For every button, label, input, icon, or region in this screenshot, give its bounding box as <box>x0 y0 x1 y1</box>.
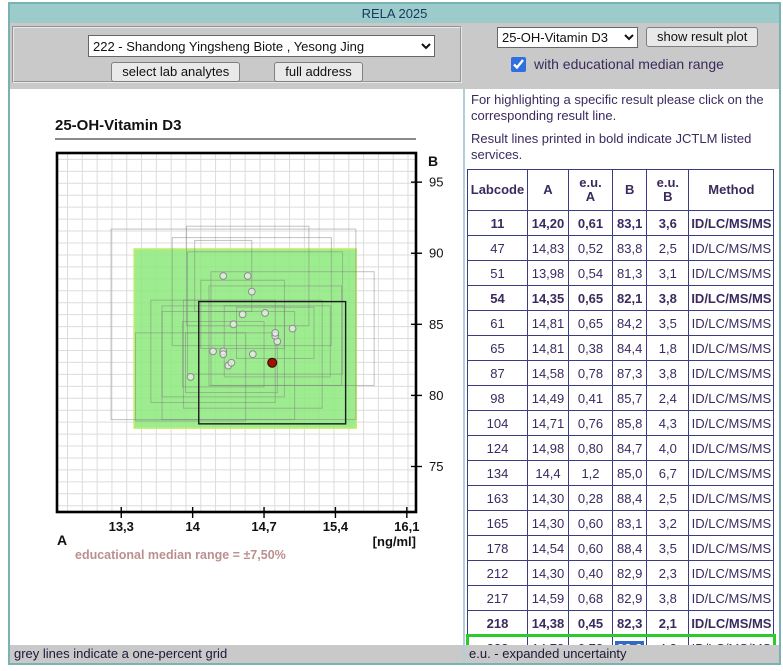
page: RELA 2025 222 - Shandong Yingsheng Biote… <box>0 0 783 671</box>
y-tick-label: 75 <box>429 459 443 474</box>
x-axis-label: A <box>57 532 67 548</box>
table-row[interactable]: 13414,41,285,06,7ID/LC/MS/MS <box>468 461 774 486</box>
eu-note-bar: e.u. - expanded uncertainty <box>465 645 779 663</box>
table-row[interactable]: 9814,490,4185,72,4ID/LC/MS/MS <box>468 386 774 411</box>
grid-note: grey lines indicate a one-percent grid <box>14 646 227 661</box>
lab-point <box>289 325 296 332</box>
col-header-eu-b: e.u. B <box>647 170 689 211</box>
lab-point <box>230 321 237 328</box>
col-header-labcode: Labcode <box>468 170 528 211</box>
table-row[interactable]: 5414,350,6582,13,8ID/LC/MS/MS <box>468 286 774 311</box>
col-header-eu-a: e.u. A <box>569 170 613 211</box>
grid-note-bar: grey lines indicate a one-percent grid <box>10 645 463 663</box>
table-row[interactable]: 6514,810,3884,41,8ID/LC/MS/MS <box>468 336 774 361</box>
table-row[interactable]: 21714,590,6882,93,8ID/LC/MS/MS <box>468 586 774 611</box>
table-row[interactable]: 12414,980,8084,74,0ID/LC/MS/MS <box>468 436 774 461</box>
show-result-plot-button[interactable]: show result plot <box>646 27 758 47</box>
col-header-a: A <box>528 170 569 211</box>
results-table-body: 1114,200,6183,13,6ID/LC/MS/MS4714,830,52… <box>468 211 774 661</box>
lab-point <box>187 374 194 381</box>
median-range-option: with educational median range <box>511 56 724 72</box>
table-row[interactable]: 5113,980,5481,33,1ID/LC/MS/MS <box>468 261 774 286</box>
info-text: For highlighting a specific result pleas… <box>465 89 779 162</box>
lab-buttons-row: select lab analytes full address <box>14 62 460 82</box>
unit-label: [ng/ml] <box>373 534 416 549</box>
lab-point <box>244 273 251 280</box>
y-tick-label: 80 <box>429 388 443 403</box>
table-row[interactable]: 16514,300,6083,13,2ID/LC/MS/MS <box>468 511 774 536</box>
table-row[interactable]: 16314,300,2888,42,5ID/LC/MS/MS <box>468 486 774 511</box>
lab-point <box>272 329 279 336</box>
x-tick-label: 15,4 <box>323 519 349 534</box>
app-window: RELA 2025 222 - Shandong Yingsheng Biote… <box>8 2 781 665</box>
table-row[interactable]: 8714,580,7887,33,8ID/LC/MS/MS <box>468 361 774 386</box>
y-tick-label: 95 <box>429 175 443 190</box>
y-tick-label: 85 <box>429 317 443 332</box>
select-lab-analytes-button[interactable]: select lab analytes <box>111 62 240 82</box>
info-line-1: For highlighting a specific result pleas… <box>471 92 773 124</box>
x-tick-label: 14,7 <box>251 519 276 534</box>
app-title: RELA 2025 <box>362 6 428 21</box>
median-range-checkbox[interactable] <box>511 57 526 72</box>
table-row[interactable]: 4714,830,5283,82,5ID/LC/MS/MS <box>468 236 774 261</box>
col-header-b: B <box>613 170 647 211</box>
results-panel: For highlighting a specific result pleas… <box>465 89 779 663</box>
x-tick-label: 14 <box>185 519 200 534</box>
table-row[interactable]: 1114,200,6183,13,6ID/LC/MS/MS <box>468 211 774 236</box>
plot-panel: 25-OH-Vitamin D3 13,3 14 14,7 15,4 16,1 95 90 8… <box>10 89 465 663</box>
lab-point <box>249 351 256 358</box>
table-row[interactable]: 6114,810,6584,23,5ID/LC/MS/MS <box>468 311 774 336</box>
median-range-label: with educational median range <box>534 56 724 72</box>
lab-point <box>248 288 255 295</box>
lab-point <box>220 351 227 358</box>
lab-point <box>220 273 227 280</box>
analyte-select[interactable]: 25-OH-Vitamin D3 <box>497 27 638 48</box>
toolbar: 222 - Shandong Yingsheng Biote , Yesong … <box>10 23 779 89</box>
lab-point <box>210 348 217 355</box>
lab-selection-box: 222 - Shandong Yingsheng Biote , Yesong … <box>12 26 462 83</box>
app-titlebar: RELA 2025 <box>10 4 779 23</box>
lab-point <box>262 310 269 317</box>
eu-note: e.u. - expanded uncertainty <box>469 646 627 661</box>
table-row[interactable]: 21214,300,4082,92,3ID/LC/MS/MS <box>468 561 774 586</box>
lab-point <box>239 311 246 318</box>
table-row[interactable]: 17814,540,6088,43,5ID/LC/MS/MS <box>468 536 774 561</box>
info-line-2: Result lines printed in bold indicate JC… <box>471 131 773 163</box>
y-axis-label: B <box>428 153 438 169</box>
toolbar-right: 25-OH-Vitamin D3 show result plot with e… <box>467 23 779 89</box>
main-area: 25-OH-Vitamin D3 13,3 14 14,7 15,4 16,1 95 90 8… <box>10 89 779 663</box>
table-row[interactable]: 10414,710,7685,84,3ID/LC/MS/MS <box>468 411 774 436</box>
lab-select[interactable]: 222 - Shandong Yingsheng Biote , Yesong … <box>88 35 435 57</box>
table-header-row: Labcode A e.u. A B e.u. B Method <box>468 170 774 211</box>
lab-point <box>228 359 235 366</box>
x-tick-label: 13,3 <box>109 519 134 534</box>
plot-title: 25-OH-Vitamin D3 <box>55 117 181 134</box>
col-header-method: Method <box>689 170 774 211</box>
full-address-button[interactable]: full address <box>274 62 362 82</box>
result-plot[interactable]: 13,3 14 14,7 15,4 16,1 95 90 85 80 75 B A [ng/ml] edu… <box>10 139 465 599</box>
median-range-note: educational median range = ±7,50% <box>75 548 286 562</box>
selected-lab-point <box>268 358 277 367</box>
x-tick-label: 16,1 <box>394 519 419 534</box>
results-table: Labcode A e.u. A B e.u. B Method 1114,20… <box>467 169 774 661</box>
y-tick-label: 90 <box>429 246 443 261</box>
table-row[interactable]: 21814,380,4582,32,1ID/LC/MS/MS <box>468 611 774 636</box>
